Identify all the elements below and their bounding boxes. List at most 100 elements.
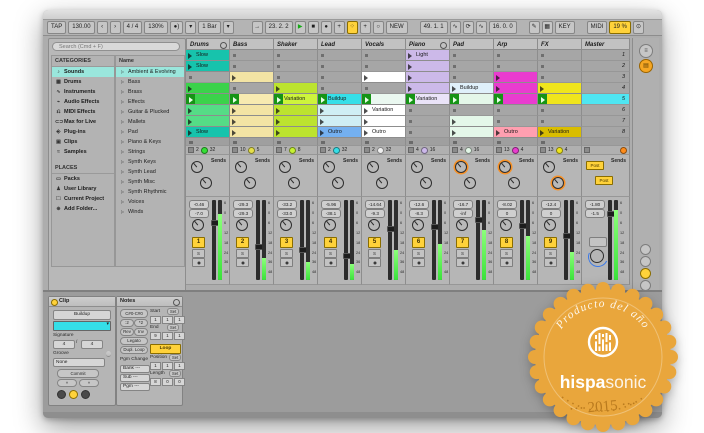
send-b-knob[interactable]: [288, 177, 300, 189]
master-solo-button[interactable]: [589, 237, 607, 247]
expand-arrow-icon[interactable]: ▷: [119, 87, 126, 97]
tempo-field[interactable]: 130.00: [68, 21, 95, 34]
sidebar-item-current-project[interactable]: 🗀 Current Project: [52, 194, 114, 204]
clip-launch-icon[interactable]: [232, 118, 236, 125]
loop-length-field[interactable]: 16. 0. 0: [488, 21, 517, 34]
send-a-knob[interactable]: [279, 161, 291, 173]
scene-slot[interactable]: 4: [582, 83, 630, 94]
start-set-button[interactable]: Set: [167, 308, 180, 315]
send-b-knob[interactable]: [552, 177, 564, 189]
signature-numerator[interactable]: 4: [53, 340, 75, 349]
clip-slot[interactable]: Slow: [186, 61, 230, 72]
clip-launch-icon[interactable]: [452, 129, 456, 136]
stop-button[interactable]: ■: [307, 21, 319, 34]
clip-slot[interactable]: [186, 94, 230, 105]
sidebar-item-add-folder-[interactable]: ⊕ Add Folder...: [52, 204, 114, 214]
clip-stop-button[interactable]: [450, 138, 494, 146]
reverse-button[interactable]: Rev: [120, 328, 134, 336]
time-signature-field[interactable]: 4 / 4: [122, 21, 143, 34]
solo-button[interactable]: S: [412, 249, 425, 258]
search-input[interactable]: Search (Cmd + F): [52, 42, 180, 51]
scene-slot[interactable]: 6: [582, 105, 630, 116]
expand-arrow-icon[interactable]: ▷: [119, 97, 126, 107]
solo-button[interactable]: S: [456, 249, 469, 258]
clip-slot[interactable]: Slow: [186, 50, 230, 61]
send-b-knob[interactable]: [508, 177, 520, 189]
peak-level-display[interactable]: -16.7: [453, 200, 473, 209]
pan-knob[interactable]: [192, 219, 204, 231]
arm-record-button[interactable]: [280, 258, 293, 267]
clip-launch-icon[interactable]: [276, 129, 280, 136]
clip-slot[interactable]: [230, 116, 274, 127]
volume-fader-track[interactable]: [300, 200, 304, 280]
clip-launch-icon[interactable]: [496, 74, 500, 81]
clip-stop-icon[interactable]: [497, 120, 500, 123]
empty-clip-slot[interactable]: [538, 50, 582, 61]
empty-clip-slot[interactable]: [318, 50, 362, 61]
rail-button-1[interactable]: [640, 244, 651, 255]
loop-button[interactable]: Loop: [150, 344, 181, 354]
track-header-fx[interactable]: FX: [538, 38, 582, 50]
note-range-button[interactable]: C#0-C#0: [120, 309, 148, 318]
clip-slot[interactable]: [406, 83, 450, 94]
send-a-knob[interactable]: [323, 161, 335, 173]
clip-slot[interactable]: Outro: [318, 127, 362, 138]
playing-clip-launch-icon[interactable]: [186, 94, 195, 104]
tap-tempo-button[interactable]: TAP: [47, 21, 67, 34]
empty-clip-slot[interactable]: [538, 105, 582, 116]
empty-clip-slot[interactable]: [450, 105, 494, 116]
empty-clip-slot[interactable]: [274, 61, 318, 72]
clip-slot[interactable]: Variation: [274, 94, 318, 105]
clip-slot[interactable]: [494, 94, 538, 105]
clip-slot[interactable]: [406, 61, 450, 72]
expand-arrow-icon[interactable]: ▷: [119, 137, 126, 147]
track-header-bass[interactable]: Bass: [230, 38, 274, 50]
quantization-arrow[interactable]: ▾: [222, 21, 234, 34]
clip-stop-icon[interactable]: [497, 54, 500, 57]
start-time-segment[interactable]: 1: [162, 316, 173, 324]
launch-tab-circle[interactable]: [57, 390, 66, 399]
arm-record-button[interactable]: [324, 258, 337, 267]
volume-value-display[interactable]: 0: [497, 209, 517, 218]
clip-stop-icon[interactable]: [321, 65, 324, 68]
clip-launch-icon[interactable]: [320, 118, 324, 125]
clip-launch-icon[interactable]: [276, 118, 280, 125]
solo-button[interactable]: S: [368, 249, 381, 258]
clip-launch-icon[interactable]: [408, 74, 412, 81]
notes-tab-circle[interactable]: [69, 390, 78, 399]
track-header-vocals[interactable]: Vocals: [362, 38, 406, 50]
pan-knob[interactable]: [280, 219, 292, 231]
volume-value-display[interactable]: -9.3: [365, 209, 385, 218]
clip-launch-icon[interactable]: [452, 118, 456, 125]
track-header-piano[interactable]: Piano: [406, 38, 450, 50]
groove-amount-field[interactable]: 130%: [144, 21, 168, 34]
clip-launch-icon[interactable]: [452, 85, 456, 92]
clip-stop-button[interactable]: [406, 138, 450, 146]
loop-length-segment[interactable]: 0: [162, 378, 173, 386]
clip-stop-icon[interactable]: [409, 120, 412, 123]
volume-fader-track[interactable]: [212, 200, 216, 280]
loop-length-segment[interactable]: 8: [150, 378, 161, 386]
play-button[interactable]: ▶: [294, 21, 306, 34]
browser-list-item[interactable]: ▷ Ambient & Evolving: [116, 67, 184, 77]
empty-clip-slot[interactable]: [406, 105, 450, 116]
browser-list-item[interactable]: ▷ Voices: [116, 197, 184, 207]
empty-clip-slot[interactable]: [230, 83, 274, 94]
arm-record-button[interactable]: [456, 258, 469, 267]
stop-all-clips-button[interactable]: [582, 138, 630, 146]
volume-value-display[interactable]: 0: [541, 209, 561, 218]
arm-record-button[interactable]: [500, 258, 513, 267]
pan-knob[interactable]: [500, 219, 512, 231]
clip-slot[interactable]: [538, 94, 582, 105]
loop-position-segment[interactable]: 1: [150, 362, 161, 370]
expand-arrow-icon[interactable]: ▷: [119, 127, 126, 137]
send-a-knob[interactable]: [235, 161, 247, 173]
clip-launch-icon[interactable]: [496, 129, 500, 136]
clip-slot[interactable]: [450, 116, 494, 127]
envelopes-tab-circle[interactable]: [81, 390, 90, 399]
clip-slot[interactable]: Variation: [538, 127, 582, 138]
sidebar-item-instruments[interactable]: ∿ Instruments: [52, 87, 114, 97]
browser-list-item[interactable]: ▷ Winds: [116, 207, 184, 217]
peak-level-display[interactable]: -12.6: [409, 200, 429, 209]
clip-slot[interactable]: [494, 83, 538, 94]
